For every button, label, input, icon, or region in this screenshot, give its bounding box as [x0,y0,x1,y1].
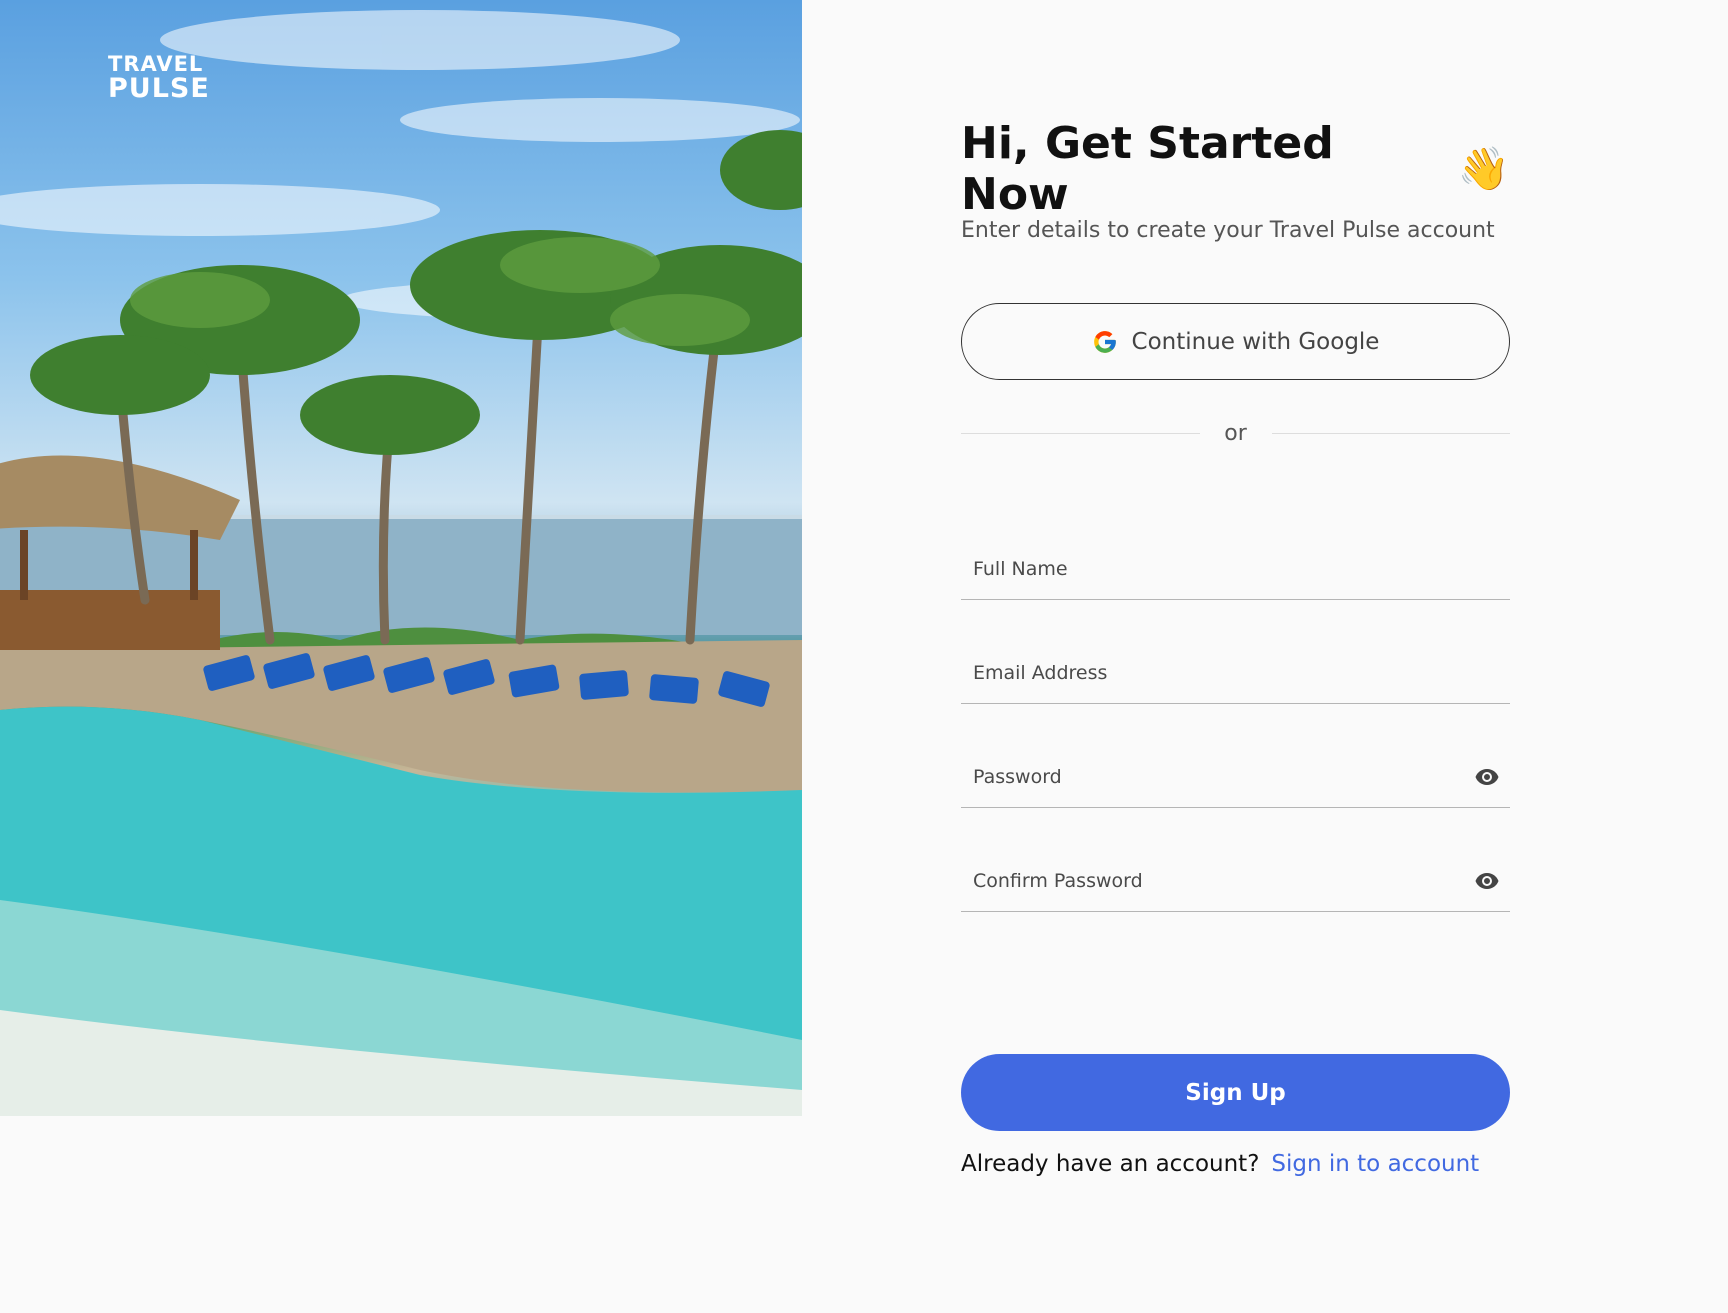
or-divider: or [961,418,1510,448]
input-fields [961,496,1510,912]
waving-hand-icon: 👋 [1457,144,1510,193]
sign-up-button[interactable]: Sign Up [961,1054,1510,1131]
page-subtitle: Enter details to create your Travel Puls… [961,218,1495,243]
sign-in-prompt: Already have an account? Sign in to acco… [961,1151,1510,1177]
confirm-password-input[interactable] [961,851,1510,911]
page-title-text: Hi, Get Started Now [961,118,1334,220]
divider-label: or [1224,420,1247,446]
password-field [961,704,1510,808]
confirm-password-field [961,808,1510,912]
sign-in-prompt-text: Already have an account? [961,1151,1260,1177]
logo-line-1: TRAVEL [108,52,204,76]
continue-with-google-button[interactable]: Continue with Google [961,303,1510,380]
eye-icon[interactable] [1474,869,1500,893]
google-icon [1093,330,1116,353]
resort-pool-illustration [0,10,802,1116]
full-name-field [961,496,1510,600]
email-field [961,600,1510,704]
divider-line-left [961,432,1200,434]
divider-line-right [1271,432,1510,434]
eye-icon[interactable] [1474,765,1500,789]
travel-pulse-logo: TRAVEL PULSE [108,52,210,104]
email-input[interactable] [961,643,1510,703]
full-name-input[interactable] [961,539,1510,599]
logo-line-2: PULSE [108,73,210,104]
signup-form: Hi, Get Started Now 👋 Enter details to c… [961,118,1510,1177]
google-button-label: Continue with Google [1131,328,1380,355]
page-title: Hi, Get Started Now 👋 [961,118,1510,220]
password-input[interactable] [961,747,1510,807]
sign-in-link[interactable]: Sign in to account [1271,1151,1479,1177]
hero-image: TRAVEL PULSE [0,0,802,1116]
